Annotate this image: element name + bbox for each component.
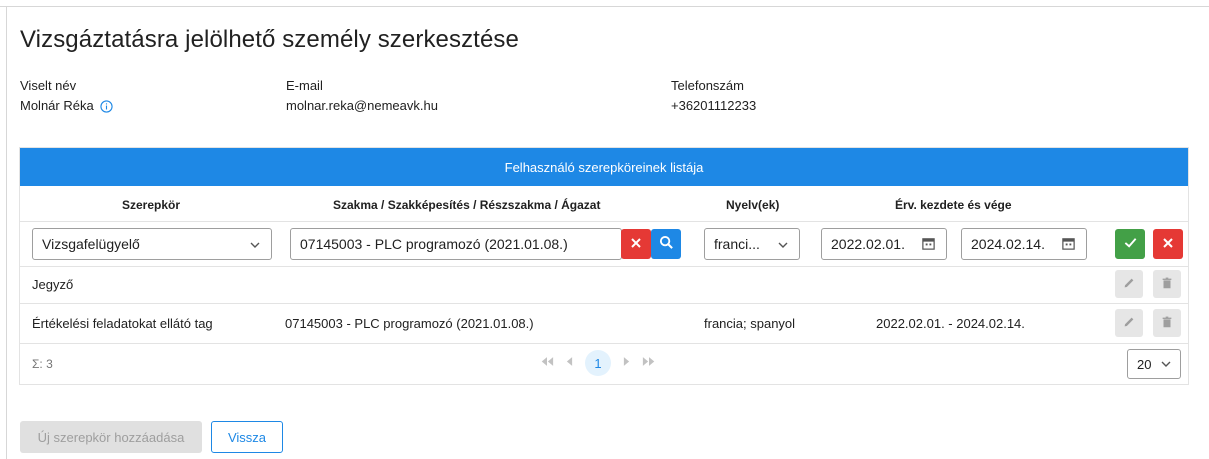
column-header-profession: Szakma / Szakképesítés / Részszakma / Ág… (333, 198, 601, 212)
row-2-validity: 2022.02.01. - 2024.02.14. (876, 316, 1025, 331)
person-name-label: Viselt név (20, 78, 77, 93)
page-title: Vizsgáztatásra jelölhető személy szerkes… (20, 26, 519, 53)
calendar-icon[interactable] (1061, 236, 1076, 251)
profession-input[interactable]: 07145003 - PLC programozó (2021.01.08.) (290, 228, 622, 260)
person-name-value: Molnár Réka (20, 98, 94, 113)
info-icon[interactable] (100, 99, 113, 113)
back-button[interactable]: Vissza (211, 421, 283, 453)
add-role-button[interactable]: Új szerepkör hozzáadása (20, 421, 202, 453)
page-number-current[interactable]: 1 (585, 350, 611, 376)
calendar-icon[interactable] (921, 236, 936, 251)
person-name-block: Viselt név Molnár Réka (20, 76, 113, 116)
column-header-validity: Érv. kezdete és vége (895, 198, 1012, 212)
chevron-down-icon (1160, 358, 1172, 370)
row-divider (20, 266, 1188, 267)
cancel-row-button[interactable] (1153, 229, 1183, 259)
column-header-role: Szerepkör (122, 198, 181, 212)
row-2-role: Értékelési feladatokat ellátó tag (32, 316, 213, 331)
last-page-icon[interactable] (642, 357, 656, 369)
clear-profession-button[interactable] (621, 229, 651, 259)
search-profession-button[interactable] (651, 229, 681, 259)
confirm-row-button[interactable] (1115, 229, 1145, 259)
date-start-field[interactable]: 2022.02.01. (821, 228, 947, 260)
total-count: Σ: 3 (32, 357, 53, 371)
frame-top-border (0, 6, 1209, 7)
page-size-value: 20 (1137, 356, 1152, 372)
prev-page-icon[interactable] (566, 357, 573, 369)
check-icon (1123, 235, 1138, 253)
person-email-block: E-mail molnar.reka@nemeavk.hu (286, 76, 438, 116)
language-select-value: franci... (714, 236, 760, 252)
row-2-profession: 07145003 - PLC programozó (2021.01.08.) (285, 316, 534, 331)
roles-panel: Felhasználó szerepköreinek listája Szere… (19, 147, 1189, 385)
person-email-label: E-mail (286, 78, 323, 93)
pencil-icon (1122, 276, 1136, 293)
next-page-icon[interactable] (623, 357, 630, 369)
edit-row-button[interactable] (1115, 270, 1143, 298)
pagination: 1 (540, 350, 656, 376)
person-phone-label: Telefonszám (671, 78, 744, 93)
role-select[interactable]: Vizsgafelügyelő (32, 228, 272, 260)
date-end-value: 2024.02.14. (971, 236, 1045, 252)
close-icon (1161, 236, 1175, 253)
search-icon (659, 235, 674, 253)
pencil-icon (1122, 315, 1136, 332)
role-select-value: Vizsgafelügyelő (42, 236, 140, 252)
date-end-field[interactable]: 2024.02.14. (961, 228, 1087, 260)
page-size-select[interactable]: 20 (1127, 349, 1181, 379)
edit-row-button[interactable] (1115, 309, 1143, 337)
trash-icon (1160, 315, 1174, 332)
trash-icon (1160, 276, 1174, 293)
chevron-down-icon (249, 238, 261, 250)
row-divider (20, 221, 1188, 222)
first-page-icon[interactable] (540, 357, 554, 369)
date-start-value: 2022.02.01. (831, 236, 905, 252)
roles-panel-header: Felhasználó szerepköreinek listája (20, 148, 1188, 186)
row-1-role: Jegyző (32, 277, 74, 292)
chevron-down-icon (777, 238, 789, 250)
delete-row-button[interactable] (1153, 309, 1181, 337)
person-phone-block: Telefonszám +36201112233 (671, 76, 756, 116)
column-header-languages: Nyelv(ek) (726, 198, 780, 212)
person-phone-value: +36201112233 (671, 98, 757, 113)
delete-row-button[interactable] (1153, 270, 1181, 298)
row-divider (20, 343, 1188, 344)
row-divider (20, 303, 1188, 304)
person-email-value: molnar.reka@nemeavk.hu (286, 98, 438, 113)
language-select[interactable]: franci... (704, 228, 800, 260)
row-2-languages: francia; spanyol (704, 316, 796, 331)
close-icon (629, 236, 643, 253)
frame-left-border (6, 6, 7, 459)
profession-input-value: 07145003 - PLC programozó (2021.01.08.) (300, 236, 568, 252)
